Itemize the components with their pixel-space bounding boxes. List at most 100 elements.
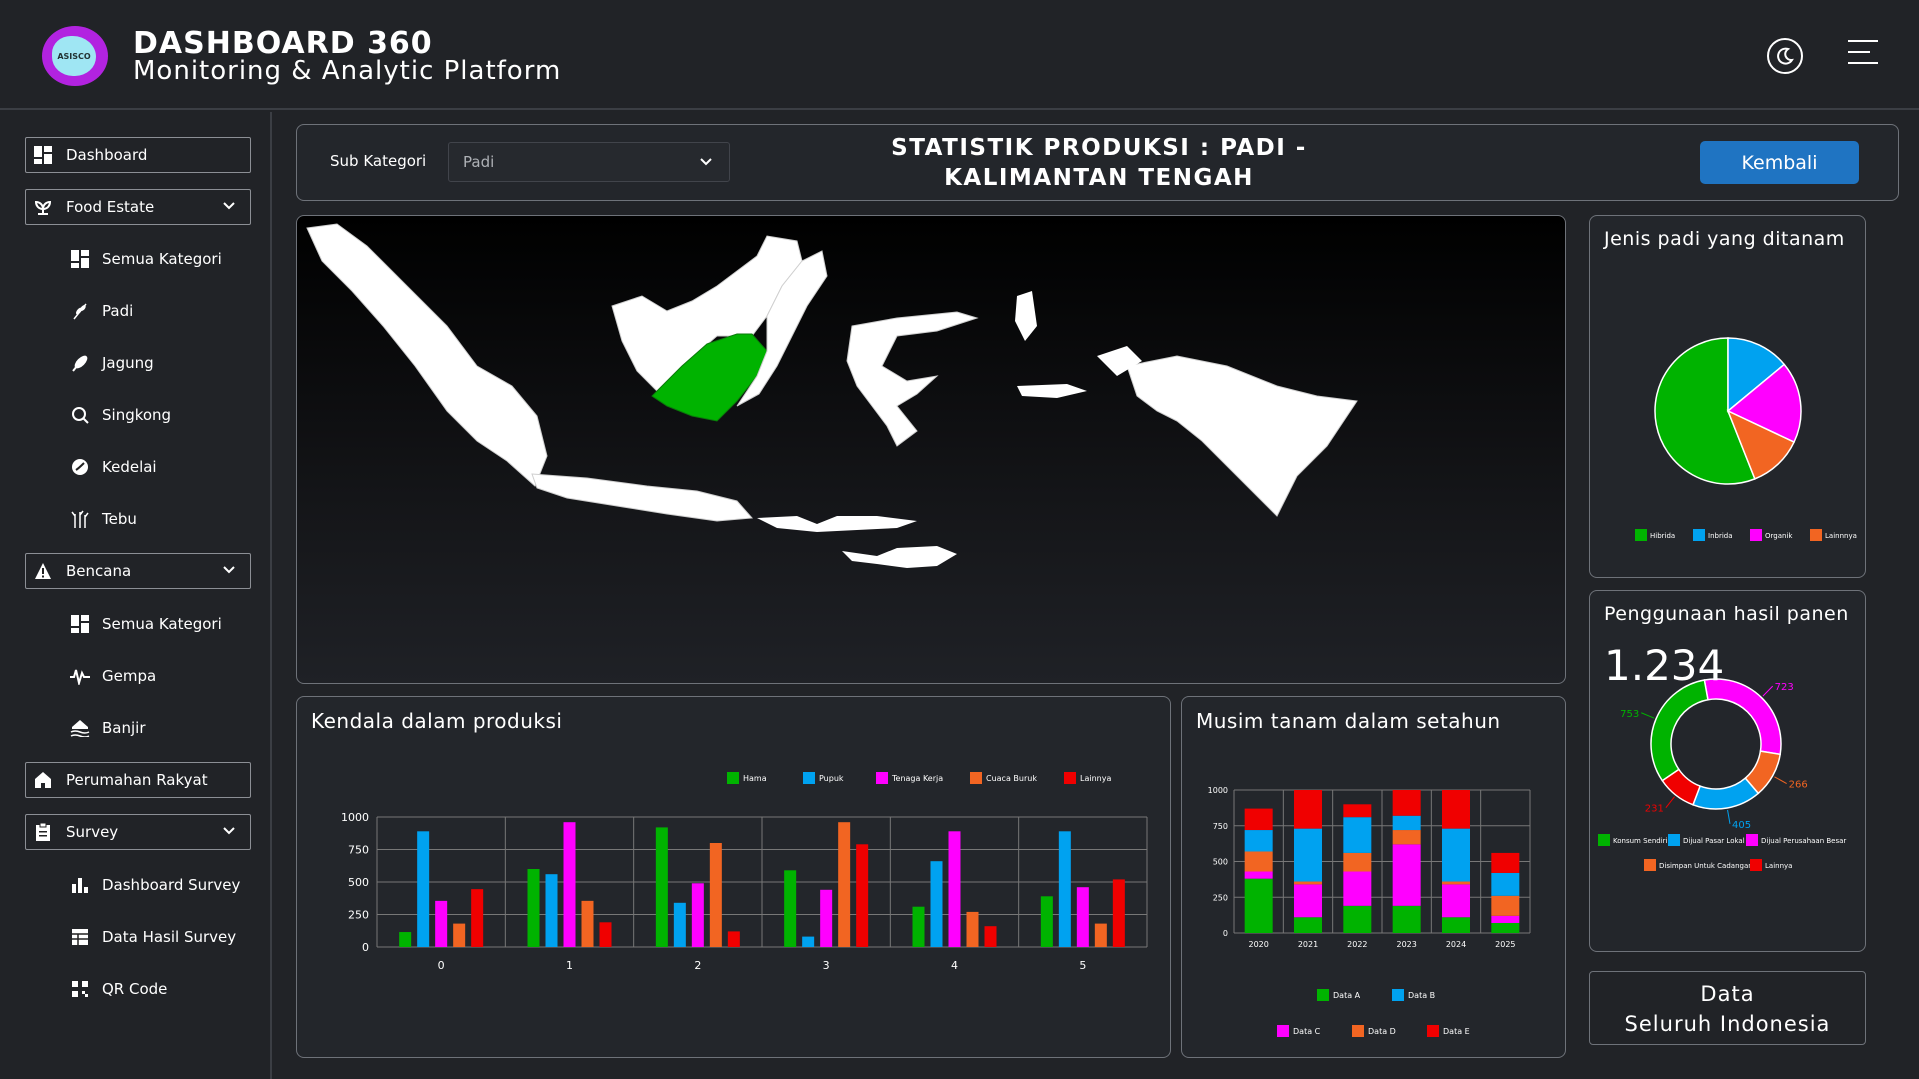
penggunaan-title: Penggunaan hasil panen xyxy=(1604,603,1849,625)
region-maluku xyxy=(1015,291,1037,341)
hamburger-menu-button[interactable] xyxy=(1848,40,1878,70)
x-tick-label: 0 xyxy=(438,959,445,972)
donut-value-label: 405 xyxy=(1732,820,1751,831)
bar-hama xyxy=(655,827,668,947)
bar-tenaga-kerja xyxy=(1076,887,1089,947)
sidebar-item-singkong[interactable]: Singkong xyxy=(70,402,171,428)
bar-lainnya xyxy=(984,926,997,947)
donut-value-label: 753 xyxy=(1620,709,1639,720)
legend-label: Dijual Perusahaan Besar xyxy=(1761,837,1846,845)
bar-tenaga-kerja xyxy=(948,831,961,947)
sidebar-item-tebu[interactable]: Tebu xyxy=(70,506,137,532)
legend-swatch xyxy=(1746,834,1758,846)
sidebar-item-dashboard[interactable]: Dashboard xyxy=(25,137,251,173)
sidebar-item-label: Perumahan Rakyat xyxy=(66,771,208,789)
bar-tenaga-kerja xyxy=(435,900,448,947)
legend-swatch xyxy=(1750,529,1762,541)
legend-label: Data D xyxy=(1368,1027,1396,1036)
stack-data-b xyxy=(1491,872,1520,896)
sidebar-item-perumahan-rakyat[interactable]: Perumahan Rakyat xyxy=(25,762,251,798)
earthquake-pulse-icon xyxy=(70,666,90,686)
bar-hama xyxy=(784,870,797,947)
penggunaan-panel: Penggunaan hasil panen 1.234 723 266 405 23… xyxy=(1589,590,1866,952)
sidebar-item-banjir[interactable]: Banjir xyxy=(70,715,146,741)
cassava-icon xyxy=(70,405,90,425)
sidebar-item-semua-kategori-bencana[interactable]: Semua Kategori xyxy=(70,611,222,637)
y-tick-label: 0 xyxy=(362,941,369,954)
rice-icon xyxy=(70,301,90,321)
sidebar-item-label: Tebu xyxy=(102,510,137,528)
musim-stacked-bar-chart: 0 250 500 750 1000 2020 2021 2022 2023 2024 2025 Da… xyxy=(1208,786,1531,1037)
donut-label-leader xyxy=(1641,712,1655,719)
region-sumatra xyxy=(306,223,548,487)
stack-data-d xyxy=(1392,830,1421,845)
bar-pupuk xyxy=(545,874,558,947)
theme-toggle-button[interactable] xyxy=(1767,38,1803,74)
sidebar-item-semua-kategori[interactable]: Semua Kategori xyxy=(70,246,222,272)
app-logo[interactable]: ASISCO xyxy=(42,26,108,86)
bar-pupuk xyxy=(930,861,943,947)
sidebar-item-gempa[interactable]: Gempa xyxy=(70,663,156,689)
sidebar-group-bencana[interactable]: Bencana xyxy=(25,553,251,589)
legend-swatch xyxy=(1392,989,1404,1001)
jenis-padi-title: Jenis padi yang ditanam xyxy=(1604,228,1845,250)
legend-swatch xyxy=(876,772,888,784)
sidebar-group-survey[interactable]: Survey xyxy=(25,814,251,850)
region-java xyxy=(531,473,754,522)
bar-tenaga-kerja xyxy=(691,883,704,947)
legend-swatch xyxy=(727,772,739,784)
page-title: STATISTIK PRODUKSI : PADI - KALIMANTAN T… xyxy=(870,133,1328,193)
x-tick-label: 2024 xyxy=(1446,940,1466,949)
back-button[interactable]: Kembali xyxy=(1700,141,1859,184)
y-tick-label: 500 xyxy=(348,876,369,889)
legend-swatch xyxy=(1810,529,1822,541)
sidebar-item-qr-code[interactable]: QR Code xyxy=(70,976,167,1002)
x-tick-label: 1 xyxy=(566,959,573,972)
sidebar-item-data-hasil-survey[interactable]: Data Hasil Survey xyxy=(70,924,236,950)
donut-slice-dijual-pasar-lokal xyxy=(1692,777,1760,810)
chevron-down-icon xyxy=(222,824,236,842)
legend-swatch xyxy=(1693,529,1705,541)
indonesia-map[interactable] xyxy=(297,216,1565,683)
sidebar-item-dashboard-survey[interactable]: Dashboard Survey xyxy=(70,872,240,898)
stack-data-d xyxy=(1491,895,1520,916)
x-tick-label: 2025 xyxy=(1495,940,1515,949)
stack-data-c xyxy=(1343,871,1372,906)
legend-swatch xyxy=(1598,834,1610,846)
bar-cuaca-buruk xyxy=(966,911,979,947)
app-subtitle: Monitoring & Analytic Platform xyxy=(133,56,562,86)
sidebar-item-label: Dashboard Survey xyxy=(102,876,241,894)
sub-kategori-select[interactable]: Padi xyxy=(448,142,730,182)
sidebar-group-food-estate[interactable]: Food Estate xyxy=(25,189,251,225)
stack-data-a xyxy=(1392,905,1421,933)
stack-data-e xyxy=(1343,804,1372,818)
chevron-down-icon xyxy=(222,563,236,581)
legend-swatch xyxy=(1668,834,1680,846)
sidebar-item-kedelai[interactable]: Kedelai xyxy=(70,454,157,480)
y-tick-label: 1000 xyxy=(341,811,369,824)
y-tick-label: 0 xyxy=(1223,929,1228,938)
bar-pupuk xyxy=(802,936,815,947)
donut-slice-dijual-perusahaan-besar xyxy=(1703,678,1782,756)
indonesia-map-panel xyxy=(296,215,1566,684)
y-tick-label: 750 xyxy=(1213,822,1228,831)
stack-data-d xyxy=(1244,851,1273,872)
data-seluruh-indonesia-button[interactable]: Data Seluruh Indonesia xyxy=(1589,971,1866,1045)
soybean-icon xyxy=(70,457,90,477)
sidebar-item-jagung[interactable]: Jagung xyxy=(70,350,154,376)
data-all-line2: Seluruh Indonesia xyxy=(1624,1012,1831,1036)
legend-label: Lainnya xyxy=(1080,774,1111,783)
legend-swatch xyxy=(1352,1025,1364,1037)
bar-cuaca-buruk xyxy=(453,923,466,947)
region-sulawesi xyxy=(846,311,979,447)
bar-cuaca-buruk xyxy=(838,822,851,947)
sidebar-item-label: QR Code xyxy=(102,980,168,998)
stack-data-e xyxy=(1442,790,1470,829)
donut-value-label: 231 xyxy=(1645,804,1664,815)
page-title-line2: KALIMANTAN TENGAH xyxy=(944,165,1254,191)
jenis-padi-panel: Jenis padi yang ditanam Hibrida Inbrida Or… xyxy=(1589,215,1866,578)
legend-label: Data E xyxy=(1443,1027,1470,1036)
sidebar-item-padi[interactable]: Padi xyxy=(70,298,133,324)
bar-lainnya xyxy=(471,889,484,947)
dashboard-grid-icon xyxy=(34,146,52,164)
